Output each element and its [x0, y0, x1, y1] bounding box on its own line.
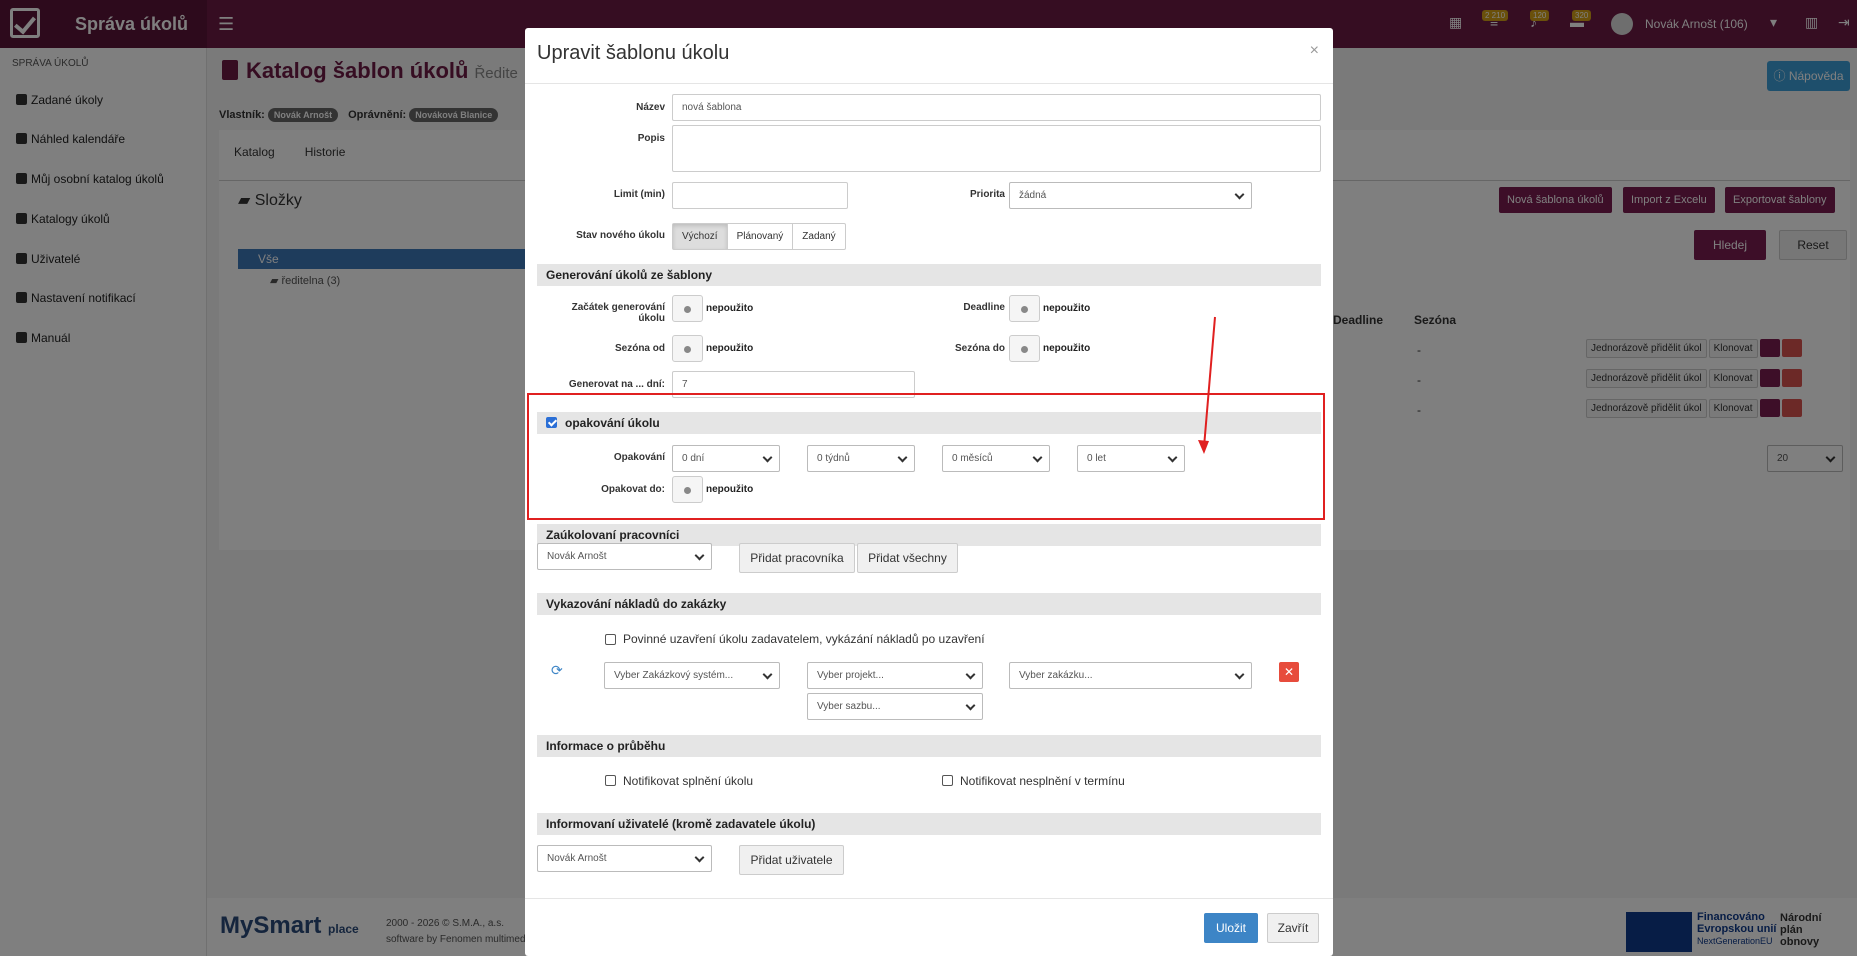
name-label: Název	[636, 102, 665, 113]
priority-label: Priorita	[969, 189, 1005, 200]
notify-fail-checkbox[interactable]	[942, 775, 953, 786]
season-from-picker-icon[interactable]	[672, 335, 703, 362]
notify-done-checkbox[interactable]	[605, 775, 616, 786]
state-assigned-button[interactable]: Zadaný	[793, 224, 844, 249]
gen-start-picker-icon[interactable]	[672, 295, 703, 322]
worker-select[interactable]: Novák Arnošt	[537, 543, 712, 570]
state-default-button[interactable]: Výchozí	[673, 224, 728, 249]
notify-done-label: Notifikovat splnění úkolu	[623, 774, 754, 788]
rate-select[interactable]: Vyber sazbu...	[807, 693, 983, 720]
remove-order-icon[interactable]: ✕	[1279, 662, 1299, 682]
close-icon[interactable]: ×	[1310, 42, 1319, 60]
season-to-value: nepoužito	[1043, 343, 1091, 354]
season-from-label: Sezóna od	[614, 343, 665, 354]
add-user-button[interactable]: Přidat uživatele	[739, 845, 844, 875]
annotation-arrow-icon	[1198, 316, 1216, 454]
name-input[interactable]: nová šablona	[672, 94, 1321, 121]
limit-input[interactable]	[672, 182, 848, 209]
notify-fail-label: Notifikovat nesplnění v termínu	[960, 774, 1125, 788]
modal-footer-divider	[525, 898, 1333, 899]
gen-days-label: Generovat na ... dní:	[568, 379, 665, 390]
order-select[interactable]: Vyber zakázku...	[1009, 662, 1252, 689]
refresh-icon[interactable]: ⟳	[551, 662, 563, 679]
deadline-picker-icon[interactable]	[1009, 295, 1040, 322]
state-label: Stav nového úkolu	[576, 230, 665, 241]
priority-select[interactable]: žádná	[1009, 182, 1252, 209]
season-to-picker-icon[interactable]	[1009, 335, 1040, 362]
gen-start-label: Začátek generování úkolu	[571, 302, 665, 324]
description-label: Popis	[637, 133, 665, 144]
project-select[interactable]: Vyber projekt...	[807, 662, 983, 689]
section-progress: Informace o průběhu	[537, 735, 1321, 757]
modal-title: Upravit šablonu úkolu	[537, 42, 730, 64]
limit-label: Limit (min)	[613, 189, 665, 200]
cancel-button[interactable]: Zavřít	[1267, 913, 1319, 943]
mandatory-close-checkbox[interactable]	[605, 634, 616, 645]
section-generation: Generování úkolů ze šablony	[537, 264, 1321, 286]
season-from-value: nepoužito	[706, 343, 754, 354]
season-to-label: Sezóna do	[954, 343, 1005, 354]
add-worker-button[interactable]: Přidat pracovníka	[739, 543, 855, 573]
section-informed-users: Informovaní uživatelé (kromě zadavatele …	[537, 813, 1321, 835]
gen-start-value: nepoužito	[706, 303, 754, 314]
mandatory-close-label: Povinné uzavření úkolu zadavatelem, vyká…	[623, 632, 985, 646]
order-system-select[interactable]: Vyber Zakázkový systém...	[604, 662, 780, 689]
deadline-value: nepoužito	[1043, 303, 1091, 314]
add-all-workers-button[interactable]: Přidat všechny	[857, 543, 958, 573]
informed-user-select[interactable]: Novák Arnošt	[537, 845, 712, 872]
save-button[interactable]: Uložit	[1204, 913, 1258, 943]
deadline-label: Deadline	[963, 302, 1005, 313]
state-planned-button[interactable]: Plánovaný	[728, 224, 794, 249]
description-textarea[interactable]	[672, 125, 1321, 172]
section-costs: Vykazování nákladů do zakázky	[537, 593, 1321, 615]
modal-header-divider	[525, 83, 1333, 84]
state-toggle-group: Výchozí Plánovaný Zadaný	[672, 223, 846, 250]
